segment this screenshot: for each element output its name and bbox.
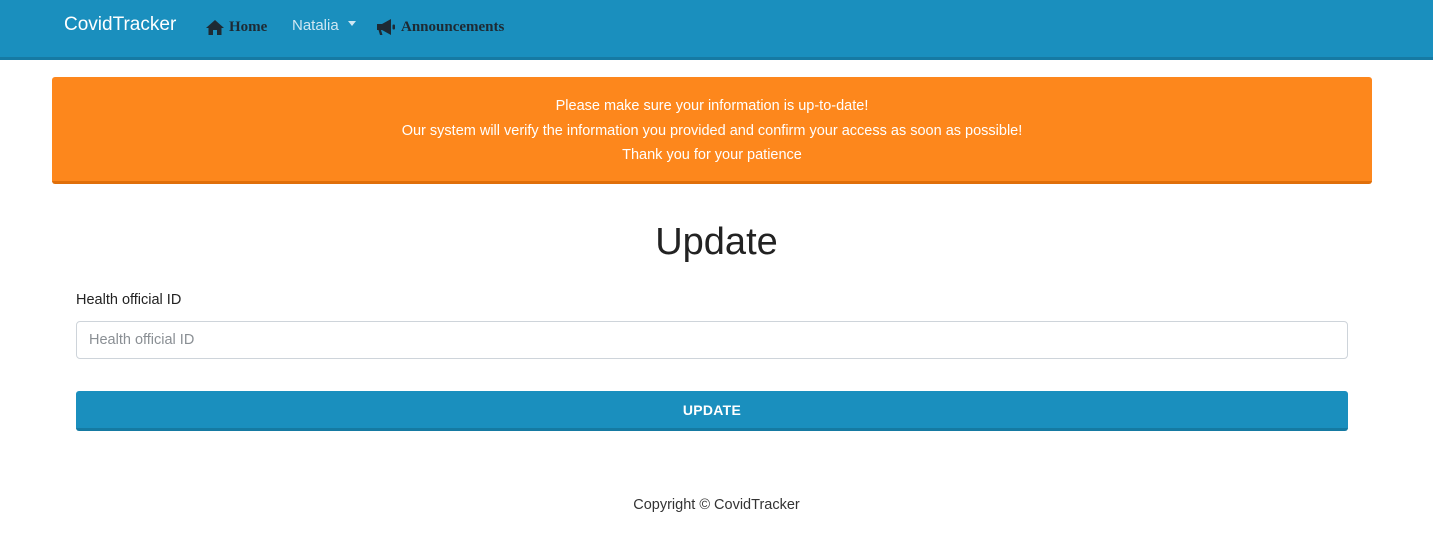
- nav-item-user-label: Natalia: [292, 16, 339, 34]
- update-button[interactable]: UPDATE: [76, 391, 1348, 431]
- page-title: Update: [655, 221, 778, 263]
- nav-item-home-label: Home: [229, 18, 268, 35]
- alert-line-2: Our system will verify the information y…: [401, 122, 1023, 139]
- nav-item-home[interactable]: Home: [206, 16, 267, 38]
- info-alert: Please make sure your information is up-…: [52, 77, 1372, 184]
- top-navbar: CovidTracker Home Natalia Announcements: [0, 0, 1433, 60]
- chevron-down-icon: [347, 20, 356, 26]
- nav-item-announcements-label: Announcements: [401, 18, 505, 35]
- nav-item-user-dropdown[interactable]: Natalia: [292, 16, 356, 38]
- alert-line-3: Thank you for your patience: [622, 147, 802, 163]
- nav-item-announcements[interactable]: Announcements: [377, 16, 504, 38]
- alert-line-1: Please make sure your information is up-…: [555, 98, 869, 114]
- footer-copyright: Copyright © CovidTracker: [633, 497, 800, 513]
- home-icon: [206, 19, 224, 35]
- health-official-id-input[interactable]: [76, 321, 1348, 359]
- brand-link[interactable]: CovidTracker: [64, 14, 176, 36]
- megaphone-icon: [377, 19, 396, 35]
- health-official-id-label: Health official ID: [76, 292, 182, 308]
